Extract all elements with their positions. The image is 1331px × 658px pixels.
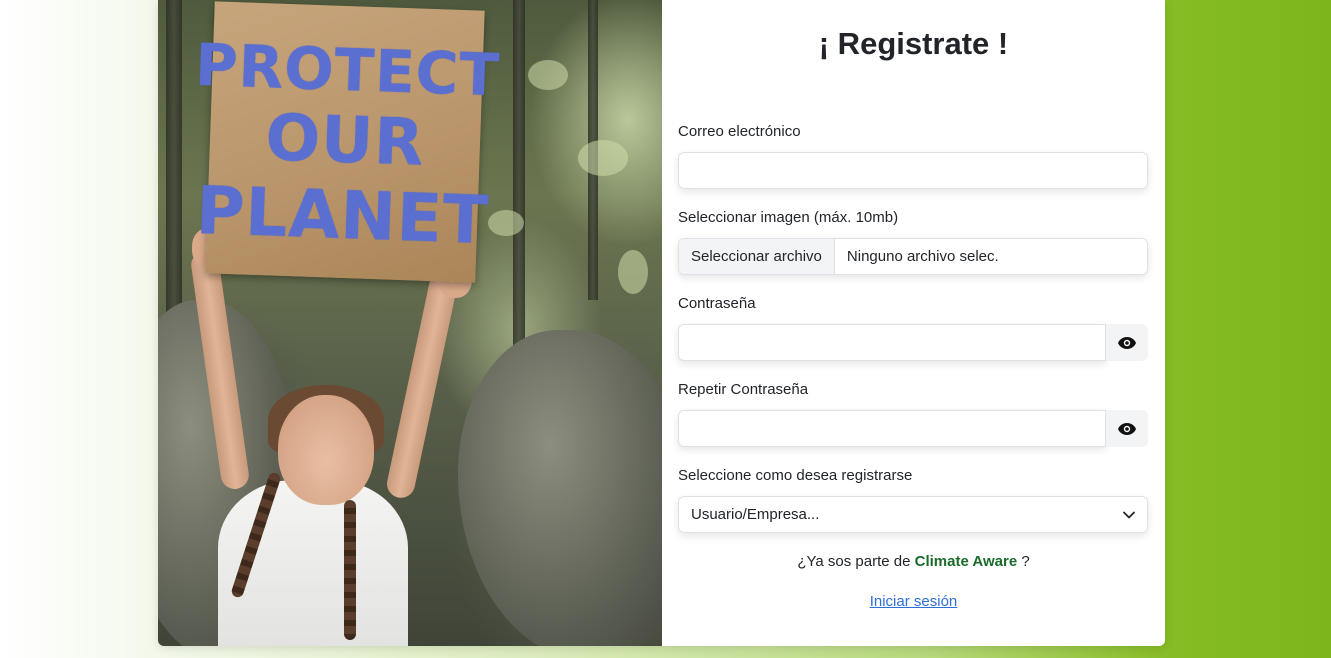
register-type-label: Seleccione como desea registrarse: [678, 467, 913, 484]
sign-line-3: PLANET: [194, 171, 491, 260]
register-type-selected: Usuario/Empresa...: [691, 506, 820, 523]
email-field[interactable]: [678, 152, 1148, 189]
eye-icon: [1118, 336, 1136, 349]
password-label: Contraseña: [678, 295, 756, 312]
register-card: PROTECT OUR PLANET ¡ Registrate ! Correo…: [158, 0, 1165, 646]
foliage-highlight: [528, 60, 568, 90]
repeat-password-label: Repetir Contraseña: [678, 381, 809, 398]
already-suffix: ?: [1021, 553, 1030, 570]
already-member-text: ¿Ya sos parte de Climate Aware ?: [662, 553, 1165, 570]
login-link-wrapper: Iniciar sesión: [662, 593, 1165, 610]
email-label: Correo electrónico: [678, 123, 801, 140]
boulder: [458, 330, 662, 646]
eye-icon: [1118, 422, 1136, 435]
child-braid: [344, 500, 356, 640]
protest-sign: PROTECT OUR PLANET: [194, 1, 501, 283]
toggle-repeat-password-visibility-button[interactable]: [1106, 410, 1148, 447]
sign-line-2: OUR: [264, 101, 426, 181]
foliage-highlight: [578, 140, 628, 176]
foliage-highlight: [618, 250, 648, 294]
already-prefix: ¿Ya sos parte de: [797, 553, 911, 570]
image-label: Seleccionar imagen (máx. 10mb): [678, 209, 899, 226]
image-file-input[interactable]: Seleccionar archivo Ninguno archivo sele…: [678, 238, 1148, 275]
brand-name: Climate Aware: [914, 553, 1018, 570]
register-form: ¡ Registrate ! Correo electrónico Selecc…: [662, 0, 1165, 646]
foliage-highlight: [488, 210, 524, 236]
register-type-select[interactable]: Usuario/Empresa...: [678, 496, 1148, 533]
sign-line-1: PROTECT: [194, 30, 502, 110]
toggle-password-visibility-button[interactable]: [1106, 324, 1148, 361]
login-link[interactable]: Iniciar sesión: [870, 593, 958, 610]
page-title: ¡ Registrate !: [818, 26, 1009, 61]
choose-file-button[interactable]: Seleccionar archivo: [679, 239, 835, 274]
password-field[interactable]: [678, 324, 1106, 361]
repeat-password-field[interactable]: [678, 410, 1106, 447]
hero-photo: PROTECT OUR PLANET: [158, 0, 662, 646]
file-status-text: Ninguno archivo selec.: [846, 248, 999, 265]
child-face: [278, 395, 374, 505]
chevron-down-icon: [1123, 511, 1135, 518]
right-arm: [384, 269, 460, 501]
